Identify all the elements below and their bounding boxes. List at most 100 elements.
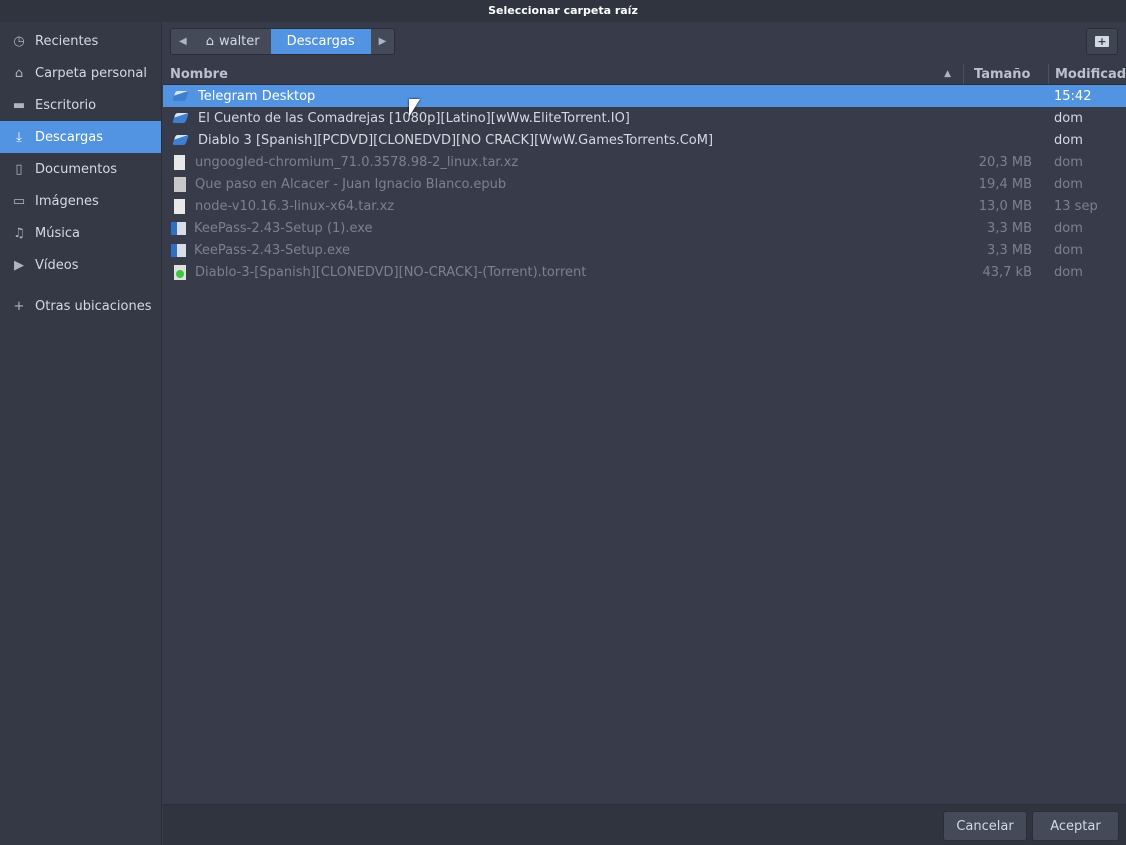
file-modified: 15:42 — [1054, 88, 1092, 104]
file-size: 19,4 MB — [978, 176, 1032, 192]
dialog-footer: Cancelar Aceptar — [163, 804, 1126, 845]
file-size: 20,3 MB — [978, 154, 1032, 170]
file-modified: dom — [1054, 242, 1083, 258]
download-icon: ⤓ — [16, 129, 22, 145]
document-icon: ▯ — [15, 161, 23, 177]
sidebar-item-label: Recientes — [35, 33, 99, 49]
file-size: 43,7 kB — [982, 264, 1032, 280]
path-home-label: walter — [218, 34, 260, 49]
file-size: 3,3 MB — [987, 242, 1032, 258]
window-title: Seleccionar carpeta raíz — [0, 0, 1126, 22]
file-name: Que paso en Alcacer - Juan Ignacio Blanc… — [195, 176, 507, 192]
cancel-button[interactable]: Cancelar — [943, 811, 1027, 841]
folder-icon — [172, 113, 189, 123]
clock-icon: ◷ — [13, 33, 25, 49]
file-name-cell: KeePass-2.43-Setup.exe — [163, 243, 963, 258]
sidebar-item-label: Documentos — [35, 161, 118, 177]
sidebar-item-escritorio[interactable]: ▬ Escritorio — [0, 89, 161, 121]
path-forward-button[interactable]: ▶ — [371, 29, 395, 54]
file-row[interactable]: node-v10.16.3-linux-x64.tar.xz 13,0 MB 13 … — [163, 195, 1126, 217]
file-list: Telegram Desktop 15:42 El Cuento de las Co… — [163, 85, 1126, 283]
places-sidebar: ◷ Recientes ⌂ Carpeta personal ▬ Escritorio ⤓ D… — [0, 22, 162, 845]
plus-icon: + — [13, 298, 25, 314]
column-modified[interactable]: Modificado — [1048, 64, 1126, 84]
file-row[interactable]: KeePass-2.43-Setup (1).exe 3,3 MB dom — [163, 217, 1126, 239]
file-row[interactable]: Telegram Desktop 15:42 — [163, 85, 1126, 107]
accept-button[interactable]: Aceptar — [1032, 811, 1119, 841]
column-size[interactable]: Tamaño — [963, 64, 1048, 84]
sidebar-item-label: Descargas — [35, 129, 104, 145]
executable-icon — [171, 243, 186, 257]
file-modified: dom — [1054, 154, 1083, 170]
sidebar-item-im-genes[interactable]: ▭ Imágenes — [0, 185, 161, 217]
archive-icon — [174, 198, 185, 214]
file-name: Diablo-3-[Spanish][CLONEDVD][NO-CRACK]-(… — [195, 264, 587, 280]
file-modified: dom — [1054, 176, 1083, 192]
path-back-button[interactable]: ◀ — [171, 29, 195, 54]
sidebar-item-label: Carpeta personal — [35, 65, 147, 81]
music-icon: ♫ — [13, 225, 25, 241]
file-row[interactable]: KeePass-2.43-Setup.exe 3,3 MB dom — [163, 239, 1126, 261]
new-folder-icon: + — [1095, 36, 1109, 47]
sidebar-item-recientes[interactable]: ◷ Recientes — [0, 25, 161, 57]
file-name-cell: KeePass-2.43-Setup (1).exe — [163, 221, 963, 236]
file-modified: dom — [1054, 264, 1083, 280]
file-name: ungoogled-chromium_71.0.3578.98-2_linux.… — [195, 154, 519, 170]
archive-icon — [174, 154, 185, 170]
path-home-button[interactable]: ⌂ walter — [195, 29, 271, 54]
sidebar-item-label: Imágenes — [35, 193, 99, 209]
path-bar: ◀ ⌂ walter Descargas ▶ — [170, 28, 396, 55]
file-modified: dom — [1054, 220, 1083, 236]
sidebar-item-label: Vídeos — [35, 257, 79, 273]
sidebar-item-m-sica[interactable]: ♫ Música — [0, 217, 161, 249]
file-size: 3,3 MB — [987, 220, 1032, 236]
file-row[interactable]: Diablo 3 [Spanish][PCDVD][CLONEDVD][NO C… — [163, 129, 1126, 151]
file-modified: dom — [1054, 110, 1083, 126]
new-folder-button[interactable]: + — [1086, 28, 1118, 55]
torrent-icon — [174, 264, 186, 280]
file-modified: 13 sep — [1054, 198, 1098, 214]
file-modified: dom — [1054, 132, 1083, 148]
sidebar-item-carpeta-personal[interactable]: ⌂ Carpeta personal — [0, 57, 161, 89]
sidebar-item-descargas[interactable]: ⤓ Descargas — [0, 121, 161, 153]
image-icon: ▭ — [12, 193, 26, 209]
sidebar-item-label: Escritorio — [35, 97, 97, 113]
mouse-cursor — [409, 99, 420, 117]
sidebar-item-otras-ubicaciones[interactable]: + Otras ubicaciones — [0, 290, 161, 322]
file-name-cell: ungoogled-chromium_71.0.3578.98-2_linux.… — [163, 154, 963, 170]
chevron-left-icon: ◀ — [179, 36, 187, 47]
folder-icon — [172, 135, 189, 145]
file-row[interactable]: El Cuento de las Comadrejas [1080p][Lati… — [163, 107, 1126, 129]
file-name-cell: Telegram Desktop — [163, 88, 963, 104]
sidebar-item-v-deos[interactable]: ▶ Vídeos — [0, 249, 161, 281]
sidebar-separator — [0, 285, 161, 286]
home-icon: ⌂ — [14, 65, 24, 81]
sidebar-item-label: Música — [35, 225, 80, 241]
column-name-label: Nombre — [170, 67, 228, 82]
sort-ascending-icon: ▲ — [944, 69, 951, 79]
home-icon: ⌂ — [205, 34, 214, 49]
sidebar-item-documentos[interactable]: ▯ Documentos — [0, 153, 161, 185]
file-row[interactable]: ungoogled-chromium_71.0.3578.98-2_linux.… — [163, 151, 1126, 173]
file-name-cell: node-v10.16.3-linux-x64.tar.xz — [163, 198, 963, 214]
chevron-right-icon: ▶ — [378, 36, 387, 47]
video-icon: ▶ — [14, 257, 24, 273]
file-name: Diablo 3 [Spanish][PCDVD][CLONEDVD][NO C… — [198, 132, 714, 148]
path-current-button[interactable]: Descargas — [270, 29, 371, 54]
file-name: KeePass-2.43-Setup.exe — [194, 242, 350, 258]
file-row[interactable]: Que paso en Alcacer - Juan Ignacio Blanc… — [163, 173, 1126, 195]
column-header: Nombre ▲ Tamaño Modificado — [163, 64, 1126, 85]
file-row[interactable]: Diablo-3-[Spanish][CLONEDVD][NO-CRACK]-(… — [163, 261, 1126, 283]
file-size: 13,0 MB — [978, 198, 1032, 214]
file-name-cell: Diablo-3-[Spanish][CLONEDVD][NO-CRACK]-(… — [163, 264, 963, 280]
ebook-icon — [174, 176, 186, 192]
folder-icon — [172, 91, 189, 101]
file-name-cell: El Cuento de las Comadrejas [1080p][Lati… — [163, 110, 963, 126]
executable-icon — [171, 221, 186, 235]
file-name: node-v10.16.3-linux-x64.tar.xz — [195, 198, 395, 214]
desktop-icon: ▬ — [12, 97, 26, 113]
file-name-cell: Diablo 3 [Spanish][PCDVD][CLONEDVD][NO C… — [163, 132, 963, 148]
file-name-cell: Que paso en Alcacer - Juan Ignacio Blanc… — [163, 176, 963, 192]
column-name[interactable]: Nombre ▲ — [163, 64, 963, 84]
file-name: KeePass-2.43-Setup (1).exe — [194, 220, 373, 236]
